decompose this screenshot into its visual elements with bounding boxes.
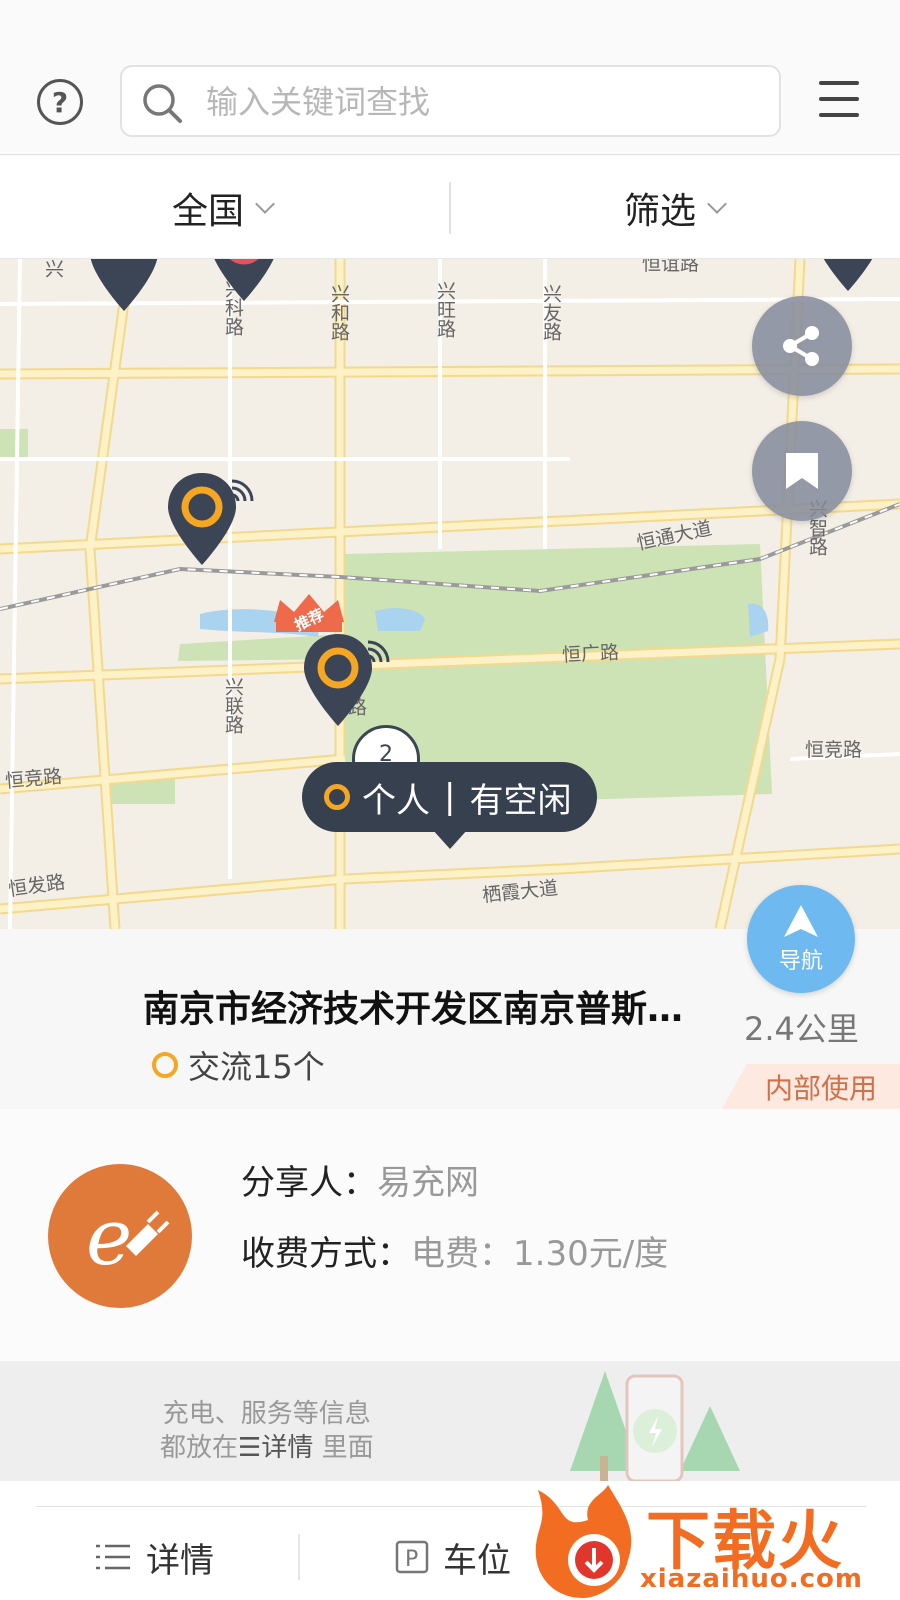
filter-label: 筛选 bbox=[624, 191, 697, 232]
charger-tree-illustration bbox=[570, 1371, 740, 1481]
details-tip-banner[interactable]: 充电、服务等信息 都放在☰详情 里面 bbox=[0, 1361, 900, 1481]
popup-status: 有空闲 bbox=[469, 780, 572, 821]
ring-icon bbox=[324, 784, 350, 810]
road-label: 兴和路 bbox=[328, 284, 350, 341]
filter-divider bbox=[449, 182, 451, 234]
sharer-row: 分享人：易充网 bbox=[241, 1155, 479, 1204]
road-label: 恒竞路 bbox=[4, 765, 63, 793]
road-label: 恒谊路 bbox=[642, 259, 700, 275]
tab-parking-label: 车位 bbox=[443, 1540, 511, 1581]
region-label: 全国 bbox=[172, 191, 245, 232]
tab-parking[interactable]: P 车位 bbox=[395, 1532, 511, 1582]
station-name: 南京市经济技术开发区南京普斯… bbox=[143, 989, 684, 1030]
signal-icon bbox=[231, 479, 254, 502]
tab-details[interactable]: 详情 bbox=[96, 1532, 214, 1582]
charging-pin[interactable] bbox=[166, 473, 256, 569]
charging-pin-selected[interactable] bbox=[302, 634, 392, 730]
map-view[interactable]: 兴 兴科路 兴和路 兴旺路 兴友路 恒谊路 兴智路 恒通大道 恒广路 兴联路 路… bbox=[0, 259, 900, 929]
tab-divider bbox=[298, 1534, 300, 1580]
filter-bar: 全国 筛选 bbox=[0, 156, 900, 259]
svg-text:e: e bbox=[86, 1193, 132, 1283]
parking-icon: P bbox=[395, 1540, 429, 1574]
fee-value: 电费：1.30元/度 bbox=[411, 1234, 669, 1274]
tip-text: 充电、服务等信息 都放在☰详情 里面 bbox=[160, 1397, 374, 1465]
filter-dropdown[interactable]: 筛选 bbox=[624, 178, 727, 238]
road-label: 兴联路 bbox=[222, 677, 244, 734]
help-icon[interactable]: ? bbox=[37, 79, 83, 125]
road-label: 恒竞路 bbox=[805, 739, 863, 761]
search-input[interactable] bbox=[206, 77, 766, 127]
region-dropdown[interactable]: 全国 bbox=[172, 178, 275, 238]
popup-tail bbox=[432, 829, 468, 849]
search-box[interactable] bbox=[120, 65, 781, 137]
popup-separator: | bbox=[444, 777, 456, 817]
road-label: 恒广路 bbox=[561, 641, 620, 667]
road-label: 兴旺路 bbox=[434, 281, 456, 338]
bookmark-button[interactable] bbox=[752, 421, 852, 521]
tab-details-label: 详情 bbox=[146, 1540, 214, 1581]
ring-icon bbox=[152, 1052, 178, 1078]
search-icon bbox=[143, 84, 182, 123]
watermark: 下载火 xiazaihuo.com bbox=[528, 1480, 900, 1600]
fee-label: 收费方式： bbox=[241, 1234, 411, 1274]
charging-pin[interactable] bbox=[812, 259, 884, 295]
internal-use-tag: 内部使用 bbox=[722, 1064, 900, 1109]
tip-line2: 都放在☰详情 里面 bbox=[160, 1433, 374, 1463]
list-icon bbox=[96, 1544, 130, 1570]
charging-pin[interactable] bbox=[208, 259, 280, 305]
yichong-logo-icon: e bbox=[48, 1164, 192, 1308]
ac-count: 交流15个 bbox=[152, 1042, 325, 1088]
navigate-label: 导航 bbox=[778, 949, 823, 974]
charging-pin[interactable] bbox=[88, 259, 160, 315]
road-label: 兴友路 bbox=[540, 284, 562, 341]
sharer-block: e 分享人：易充网 收费方式：电费：1.30元/度 bbox=[0, 1109, 900, 1361]
fee-row: 收费方式：电费：1.30元/度 bbox=[241, 1226, 668, 1275]
tip-line1: 充电、服务等信息 bbox=[162, 1399, 371, 1429]
chevron-down-icon bbox=[255, 194, 275, 214]
sharer-label: 分享人： bbox=[241, 1163, 377, 1203]
station-popup[interactable]: 个人 | 有空闲 bbox=[302, 762, 598, 832]
watermark-url: xiazaihuo.com bbox=[640, 1564, 863, 1594]
sharer-value: 易充网 bbox=[377, 1163, 479, 1203]
popup-type: 个人 bbox=[362, 780, 430, 821]
road-label: 兴 bbox=[42, 259, 64, 278]
share-button[interactable] bbox=[752, 296, 852, 396]
svg-text:P: P bbox=[405, 1547, 418, 1572]
navigation-arrow-icon bbox=[784, 905, 818, 937]
station-distance: 2.4公里 bbox=[744, 1010, 859, 1048]
signal-icon bbox=[367, 640, 390, 663]
bookmark-icon bbox=[786, 453, 818, 489]
ac-count-label: 交流15个 bbox=[188, 1048, 325, 1086]
navigate-button[interactable]: 导航 bbox=[747, 885, 855, 993]
hamburger-menu-icon[interactable] bbox=[819, 81, 859, 117]
chevron-down-icon bbox=[707, 194, 727, 214]
flame-logo-icon bbox=[535, 1485, 632, 1598]
share-icon bbox=[783, 326, 819, 366]
top-bar: ? bbox=[0, 0, 900, 155]
